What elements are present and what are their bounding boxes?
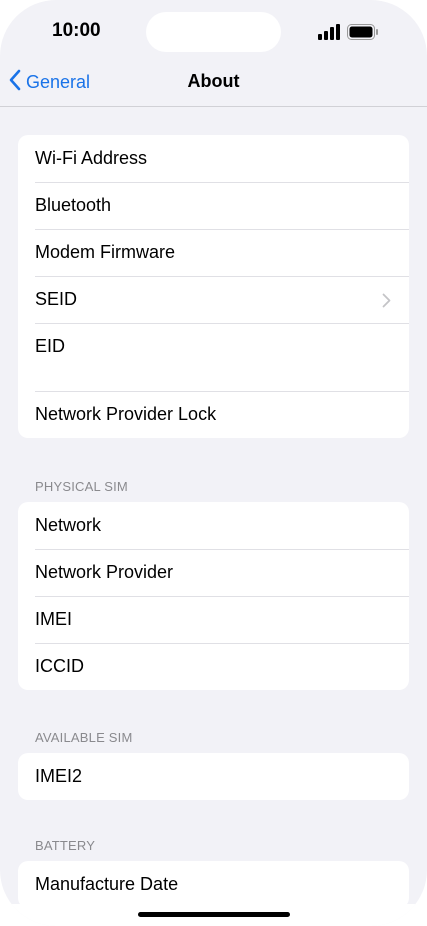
section-header-battery: BATTERY (35, 838, 96, 853)
dynamic-island (146, 12, 281, 52)
phone-screen: 10:00 General About Wi-Fi Address Blueto… (0, 0, 427, 926)
row-wifi-address[interactable]: Wi-Fi Address (18, 135, 409, 182)
row-label: IMEI (35, 609, 73, 629)
navigation-bar: General About (0, 60, 427, 107)
row-label: SEID (35, 289, 78, 309)
section-header-physical-sim: PHYSICAL SIM (35, 479, 128, 494)
row-label: Manufacture Date (35, 874, 179, 894)
row-imei2[interactable]: IMEI2 (18, 753, 409, 800)
chevron-right-icon (382, 292, 391, 313)
available-sim-group: IMEI2 (18, 753, 409, 800)
row-label: Wi-Fi Address (35, 148, 148, 168)
row-label: Network Provider Lock (35, 404, 217, 424)
battery-group: Manufacture Date (18, 861, 409, 908)
row-label: Network (35, 515, 102, 535)
row-label: Bluetooth (35, 195, 112, 215)
row-eid[interactable]: EID (18, 323, 409, 391)
row-label: ICCID (35, 656, 84, 676)
row-label: IMEI2 (35, 766, 83, 786)
page-title: About (187, 71, 240, 91)
row-bluetooth[interactable]: Bluetooth (18, 182, 409, 229)
battery-icon (347, 24, 379, 45)
row-iccid[interactable]: ICCID (18, 643, 409, 690)
row-label: Network Provider (35, 562, 174, 582)
status-time: 10:00 (52, 20, 101, 41)
row-network-provider-lock[interactable]: Network Provider Lock (18, 391, 409, 438)
row-imei[interactable]: IMEI (18, 596, 409, 643)
row-seid[interactable]: SEID (18, 276, 409, 323)
row-label: EID (35, 336, 66, 356)
status-bar: 10:00 (0, 0, 427, 64)
section-header-available-sim: AVAILABLE SIM (35, 730, 133, 745)
physical-sim-group: Network Network Provider IMEI ICCID (18, 502, 409, 690)
row-manufacture-date[interactable]: Manufacture Date (18, 861, 409, 908)
row-network-provider[interactable]: Network Provider (18, 549, 409, 596)
home-indicator[interactable] (138, 912, 290, 917)
row-network[interactable]: Network (18, 502, 409, 549)
row-modem-firmware[interactable]: Modem Firmware (18, 229, 409, 276)
signal-icon (318, 24, 340, 45)
row-label: Modem Firmware (35, 242, 176, 262)
about-info-group: Wi-Fi Address Bluetooth Modem Firmware S… (18, 135, 409, 438)
